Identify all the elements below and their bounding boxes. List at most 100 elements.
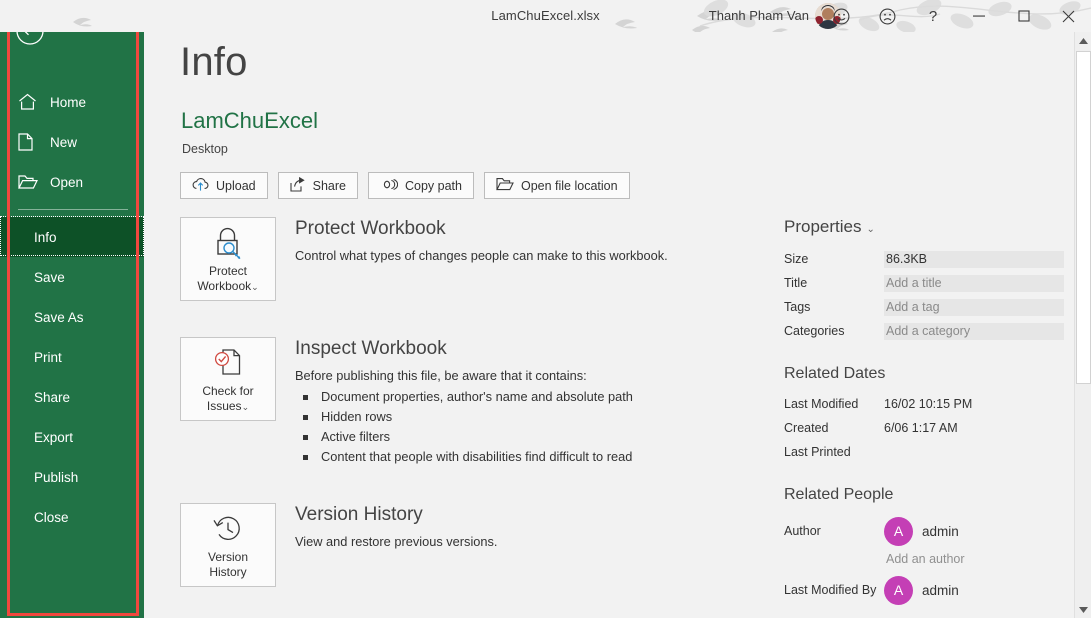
file-name-label: LamChuExcel — [181, 108, 318, 133]
scroll-up-arrow-icon[interactable] — [1075, 32, 1091, 49]
folder-open-icon — [496, 177, 514, 194]
sidebar-item-share[interactable]: Share — [0, 377, 144, 417]
date-row-last-printed: Last Printed — [784, 440, 1064, 464]
protect-workbook-section: Protect Workbook⌄ Protect Workbook Contr… — [180, 217, 780, 301]
last-modified-by-row: Last Modified By A admin — [784, 572, 1064, 608]
chevron-down-icon: ⌄ — [241, 401, 250, 412]
categories-field[interactable]: Add a category — [884, 322, 1064, 340]
check-for-issues-tile[interactable]: Check for Issues⌄ — [180, 337, 276, 421]
user-name-label[interactable]: Thanh Pham Van — [709, 0, 809, 32]
share-button[interactable]: Share — [277, 172, 358, 199]
version-history-tile[interactable]: Version History — [180, 503, 276, 587]
smiley-face-icon[interactable] — [818, 0, 864, 32]
tile-line1: Protect — [208, 263, 247, 278]
property-row-categories: Categories Add a category — [784, 319, 1064, 343]
nav-list: Home New Open Info Save Save As Print Sh… — [0, 82, 144, 537]
date-row-created: Created 6/06 1:17 AM — [784, 416, 1064, 440]
author-row: Author A admin Add an author — [784, 513, 1064, 572]
version-history-title: Version History — [295, 504, 423, 525]
frowny-face-icon[interactable] — [864, 0, 910, 32]
protect-workbook-body: Protect Workbook Control what types of c… — [295, 217, 780, 265]
title-field[interactable]: Add a title — [884, 274, 1064, 292]
date-key: Last Modified — [784, 397, 859, 411]
author-person[interactable]: A admin — [884, 513, 1064, 549]
cloud-upload-icon — [192, 177, 209, 194]
tile-line1: Check for — [202, 383, 254, 398]
tags-field[interactable]: Add a tag — [884, 298, 1064, 316]
related-dates-heading: Related Dates — [784, 365, 886, 382]
date-value: 16/02 10:15 PM — [884, 397, 973, 411]
share-icon — [290, 176, 306, 195]
avatar: A — [884, 516, 913, 546]
info-sections: Protect Workbook⌄ Protect Workbook Contr… — [180, 217, 780, 618]
inspect-workbook-bullets: Document properties, author's name and a… — [295, 387, 780, 467]
open-file-location-button[interactable]: Open file location — [483, 172, 630, 199]
property-value: 86.3KB — [884, 250, 1064, 268]
page-title: Info — [180, 40, 248, 84]
date-key: Last Printed — [784, 445, 851, 459]
sidebar-item-home[interactable]: Home — [0, 82, 144, 122]
help-glyph: ? — [928, 7, 938, 25]
minimize-button[interactable] — [956, 0, 1001, 32]
author-name: admin — [922, 523, 959, 539]
file-actions-row: Upload Share Copy path Open file locatio… — [180, 172, 630, 199]
close-button[interactable] — [1046, 0, 1091, 32]
last-modified-by-person[interactable]: A admin — [884, 572, 1064, 608]
sidebar-item-save[interactable]: Save — [0, 257, 144, 297]
tile-line1: Version — [207, 550, 249, 564]
sidebar-item-label: Publish — [34, 469, 79, 485]
sidebar-item-open[interactable]: Open — [0, 162, 144, 202]
copy-path-button[interactable]: Copy path — [367, 172, 474, 199]
protect-workbook-tile-caption: Protect Workbook⌄ — [197, 264, 258, 295]
help-icon[interactable]: ? — [910, 0, 956, 32]
upload-button[interactable]: Upload — [180, 172, 268, 199]
add-author-field[interactable]: Add an author — [884, 549, 1064, 572]
protect-workbook-tile[interactable]: Protect Workbook⌄ — [180, 217, 276, 301]
list-item: Document properties, author's name and a… — [295, 387, 780, 407]
sidebar-item-new[interactable]: New — [0, 122, 144, 162]
scrollbar-thumb[interactable] — [1076, 51, 1091, 384]
sidebar-item-info[interactable]: Info — [0, 217, 144, 257]
last-modified-by-name: admin — [922, 582, 959, 598]
date-value: 6/06 1:17 AM — [884, 421, 958, 435]
open-folder-icon — [18, 173, 40, 191]
tile-line2: History — [209, 565, 247, 579]
sidebar-item-label: Save As — [34, 309, 84, 325]
sidebar-item-publish[interactable]: Publish — [0, 457, 144, 497]
sidebar-item-close[interactable]: Close — [0, 497, 144, 537]
properties-heading-label: Properties — [784, 217, 862, 236]
last-modified-by-key: Last Modified By — [784, 583, 877, 597]
date-row-last-modified: Last Modified 16/02 10:15 PM — [784, 392, 1064, 416]
sidebar-item-export[interactable]: Export — [0, 417, 144, 457]
tile-line2: Issues — [206, 398, 242, 413]
protect-workbook-description: Control what types of changes people can… — [295, 248, 668, 263]
vertical-scrollbar[interactable] — [1074, 32, 1091, 618]
properties-heading[interactable]: Properties ⌄ — [784, 217, 1064, 237]
version-history-body: Version History View and restore previou… — [295, 503, 780, 551]
version-history-description: View and restore previous versions. — [295, 534, 498, 549]
title-bar: LamChuExcel.xlsx Thanh Pham Van ? — [0, 0, 1091, 32]
new-document-icon — [18, 133, 40, 151]
clock-history-icon — [211, 510, 245, 548]
sidebar-item-save-as[interactable]: Save As — [0, 297, 144, 337]
property-key: Tags — [784, 300, 811, 314]
property-row-tags: Tags Add a tag — [784, 295, 1064, 319]
version-history-tile-caption: Version History — [208, 550, 248, 580]
properties-panel: Properties ⌄ Size 86.3KB Title Add a tit… — [784, 217, 1064, 608]
sidebar-item-print[interactable]: Print — [0, 337, 144, 377]
sidebar-item-label: Share — [34, 389, 71, 405]
property-row-title: Title Add a title — [784, 271, 1064, 295]
sidebar-item-label: Save — [34, 269, 65, 285]
open-file-location-button-label: Open file location — [520, 178, 618, 193]
maximize-button[interactable] — [1001, 0, 1046, 32]
check-for-issues-tile-caption: Check for Issues⌄ — [202, 384, 253, 415]
share-button-label: Share — [312, 178, 346, 193]
info-content-pane: Info LamChuExcel Desktop Upload Share Co… — [144, 32, 1075, 618]
avatar: A — [884, 575, 913, 605]
scroll-down-arrow-icon[interactable] — [1075, 601, 1091, 618]
date-key: Created — [784, 421, 829, 435]
upload-button-label: Upload — [216, 178, 256, 193]
list-item: Content that people with disabilities fi… — [295, 447, 780, 467]
home-icon — [18, 93, 40, 111]
document-check-icon — [211, 344, 245, 382]
